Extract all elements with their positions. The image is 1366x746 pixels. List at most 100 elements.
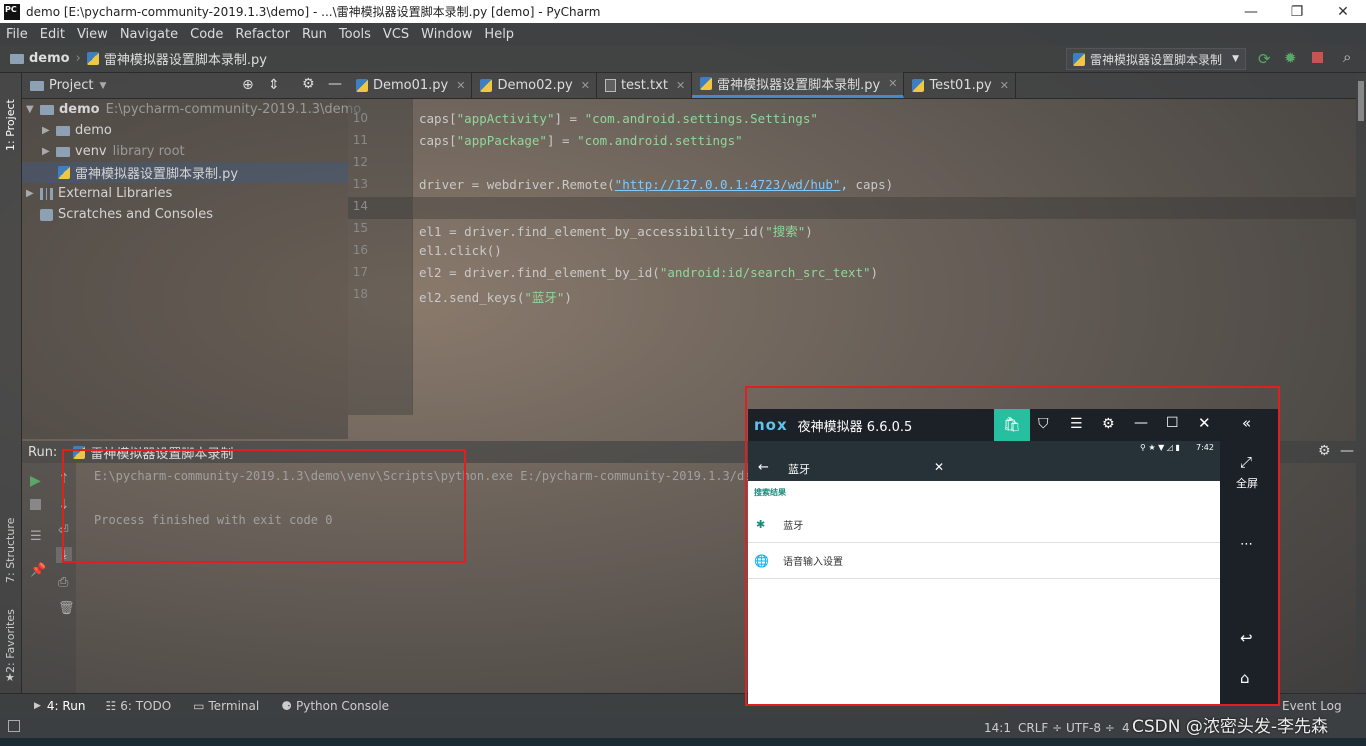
tool-window-project[interactable]: 1: Project	[4, 81, 17, 151]
menu-view[interactable]: View	[77, 27, 108, 42]
print-icon[interactable]: ⎙	[58, 575, 68, 590]
line-number: 17	[352, 265, 368, 279]
code-line-17: el2 = driver.find_element_by_id("android…	[419, 265, 879, 280]
chevron-right-icon: ▶	[42, 146, 50, 157]
chevron-right-icon: ▶	[42, 125, 50, 136]
tab-demo01[interactable]: Demo01.py ✕	[348, 72, 473, 98]
maximize-button[interactable]: ❐	[1274, 0, 1320, 23]
pin-icon[interactable]: 📌	[30, 563, 46, 578]
folder-icon	[40, 104, 54, 115]
code-editor[interactable]: caps["appActivity"] = "com.android.setti…	[413, 99, 1356, 415]
locate-icon[interactable]: ⊕	[242, 77, 254, 93]
star-icon: ★	[5, 671, 15, 684]
rerun-icon[interactable]: ⟳	[1258, 50, 1271, 68]
tree-item-external-libraries[interactable]: ▶ External Libraries	[26, 183, 172, 204]
run-config-dropdown[interactable]: 雷神模拟器设置脚本录制 ▼	[1066, 48, 1246, 70]
code-line-10: caps["appActivity"] = "com.android.setti…	[419, 111, 818, 126]
hide-icon[interactable]: —	[1340, 443, 1354, 459]
list-icon: ☷	[105, 699, 117, 713]
line-number-gutter: 10 11 12 13 14 15 16 17 18	[348, 99, 413, 415]
gear-icon[interactable]: ⚙	[302, 76, 315, 92]
tool-windows-icon[interactable]	[8, 720, 20, 732]
menu-window[interactable]: Window	[421, 27, 472, 42]
indent-setting[interactable]: 4	[1122, 721, 1130, 735]
tool-event-log[interactable]: Event Log	[1282, 699, 1342, 713]
project-panel-header: Project ▼ ⊕ ⇕ ⚙ —	[22, 73, 348, 99]
caret-position[interactable]: 14:1	[984, 721, 1011, 735]
menu-code[interactable]: Code	[190, 27, 223, 42]
python-file-icon	[86, 52, 99, 65]
close-icon[interactable]: ✕	[888, 77, 897, 90]
menu-run[interactable]: Run	[302, 27, 327, 42]
tool-window-favorites[interactable]: 2: Favorites	[4, 603, 17, 673]
breadcrumb-project[interactable]: demo	[29, 51, 70, 66]
stop-icon[interactable]	[1312, 52, 1323, 63]
tool-python-console[interactable]: Python Console	[296, 699, 389, 713]
python-file-icon	[912, 78, 925, 92]
tree-item-label: Scratches and Consoles	[58, 207, 214, 222]
menu-refactor[interactable]: Refactor	[235, 27, 290, 42]
tool-todo[interactable]: 6: TODO	[120, 699, 171, 713]
tree-item-venv[interactable]: ▶ venv library root	[42, 141, 185, 162]
tree-item-demo-root[interactable]: ▼ demo E:\pycharm-community-2019.1.3\dem…	[26, 99, 361, 120]
menu-tools[interactable]: Tools	[339, 27, 371, 42]
menu-help[interactable]: Help	[484, 27, 514, 42]
close-icon[interactable]: ✕	[456, 79, 465, 92]
play-icon[interactable]: ▶	[30, 473, 41, 489]
tool-window-structure[interactable]: 7: Structure	[4, 503, 17, 583]
menu-bar: File Edit View Navigate Code Refactor Ru…	[0, 23, 1366, 45]
project-panel-title[interactable]: Project	[49, 78, 93, 93]
pycharm-logo-icon: PC	[4, 3, 20, 20]
line-separator[interactable]: CRLF ÷	[1018, 721, 1062, 735]
chevron-down-icon[interactable]: ▼	[99, 81, 106, 91]
minimize-button[interactable]: —	[1228, 0, 1274, 23]
line-number: 16	[352, 243, 368, 257]
python-file-icon	[700, 77, 713, 90]
tab-label: Demo02.py	[497, 77, 573, 93]
close-icon[interactable]: ✕	[1000, 79, 1009, 92]
menu-navigate[interactable]: Navigate	[120, 27, 178, 42]
trash-icon[interactable]: 🗑	[58, 601, 75, 616]
folder-icon	[56, 125, 70, 136]
left-tool-strip: 1: Project 7: Structure 2: Favorites ★	[0, 73, 22, 693]
folder-icon	[10, 53, 24, 64]
breadcrumb-file[interactable]: 雷神模拟器设置脚本录制.py	[104, 49, 267, 68]
tree-item-label: External Libraries	[58, 186, 173, 201]
hide-icon[interactable]: —	[328, 76, 342, 92]
line-number: 11	[352, 133, 368, 147]
close-icon[interactable]: ✕	[581, 79, 590, 92]
close-icon[interactable]: ✕	[676, 79, 685, 92]
layout-icon[interactable]: ☰	[30, 529, 42, 544]
tree-item-label: demo	[59, 102, 100, 117]
menu-file[interactable]: File	[6, 27, 28, 42]
code-line-18: el2.send_keys("蓝牙")	[419, 290, 572, 305]
play-icon: ▶	[34, 701, 41, 711]
run-panel-label: Run:	[28, 444, 58, 460]
search-icon[interactable]: ⌕	[1343, 48, 1351, 66]
tab-script[interactable]: 雷神模拟器设置脚本录制.py ✕	[692, 72, 905, 98]
stop-icon[interactable]	[30, 499, 41, 510]
tree-item-script[interactable]: 雷神模拟器设置脚本录制.py	[22, 162, 348, 183]
menu-vcs[interactable]: VCS	[383, 27, 409, 42]
tree-item-demo[interactable]: ▶ demo	[42, 120, 112, 141]
gear-icon[interactable]: ⚙	[1318, 443, 1331, 459]
debug-icon[interactable]: ✹	[1284, 49, 1297, 67]
tree-item-scratches[interactable]: Scratches and Consoles	[40, 204, 213, 225]
text-file-icon	[604, 78, 616, 92]
tree-item-path: E:\pycharm-community-2019.1.3\demo	[105, 102, 362, 117]
tab-test-txt[interactable]: test.txt ✕	[597, 72, 693, 98]
highlight-box-run-output	[62, 449, 466, 563]
menu-edit[interactable]: Edit	[40, 27, 65, 42]
tool-run[interactable]: 4: Run	[47, 699, 86, 713]
editor-scrollbar[interactable]	[1356, 73, 1366, 693]
tab-demo02[interactable]: Demo02.py ✕	[472, 72, 597, 98]
tab-test01[interactable]: Test01.py ✕	[904, 72, 1016, 98]
scrollbar-thumb[interactable]	[1358, 81, 1364, 121]
file-encoding[interactable]: UTF-8 ÷	[1066, 721, 1115, 735]
close-button[interactable]: ✕	[1320, 0, 1366, 23]
library-icon	[40, 187, 53, 200]
tool-terminal[interactable]: Terminal	[209, 699, 260, 713]
collapse-icon[interactable]: ⇕	[268, 77, 280, 93]
breadcrumb-separator: ›	[75, 51, 81, 66]
line-number: 15	[352, 221, 368, 235]
